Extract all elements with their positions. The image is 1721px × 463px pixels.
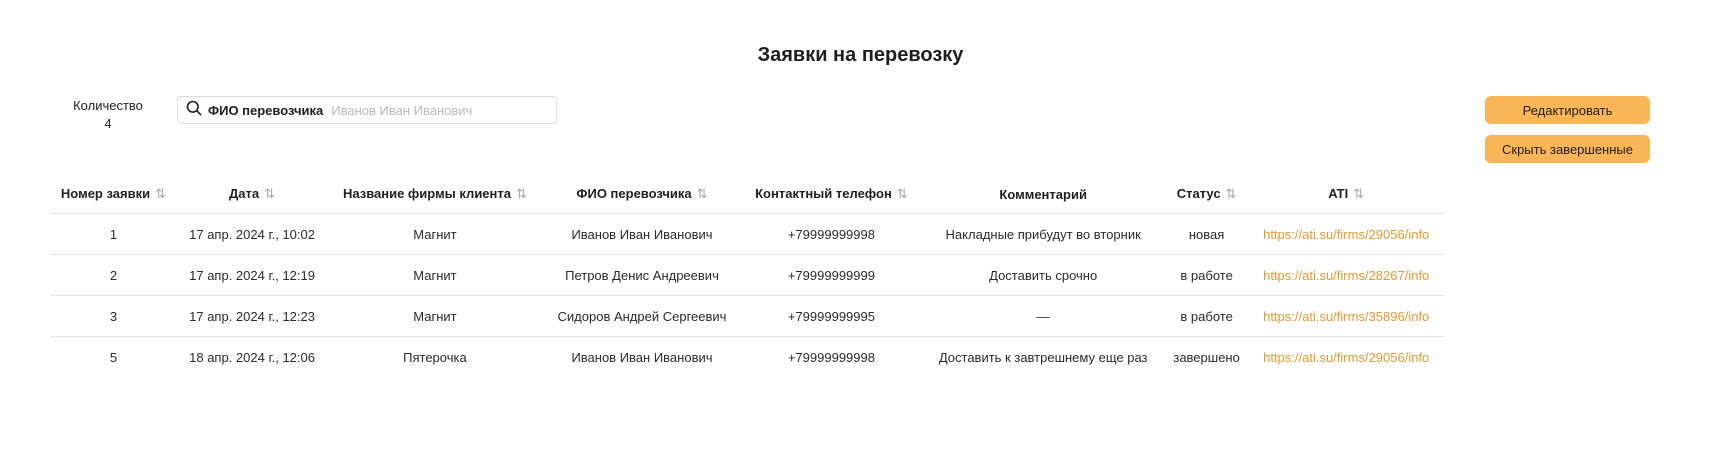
cell-ati: https://ati.su/firms/29056/info [1248, 337, 1444, 378]
sort-arrows-icon[interactable]: ⇅ [897, 186, 908, 202]
hide-completed-button[interactable]: Скрыть завершенные [1485, 135, 1650, 163]
column-header-status[interactable]: Статус ⇅ [1164, 175, 1249, 214]
cell-comment: Доставить срочно [921, 254, 1165, 296]
table-row: 3 17 апр. 2024 г., 12:23 Магнит Сидоров Анд… [50, 295, 1444, 337]
cell-ati: https://ati.su/firms/35896/info [1248, 295, 1444, 337]
sort-arrows-icon[interactable]: ⇅ [516, 186, 527, 202]
cell-phone: +79999999995 [741, 295, 922, 337]
cell-status: новая [1164, 213, 1249, 255]
ati-link[interactable]: https://ati.su/firms/35896/info [1263, 309, 1429, 324]
cell-number: 2 [50, 254, 177, 296]
count-label: Количество [73, 98, 143, 113]
cell-status: в работе [1164, 295, 1249, 337]
sort-arrows-icon[interactable]: ⇅ [697, 186, 708, 202]
column-header-label: Дата [229, 185, 260, 201]
count-value: 4 [104, 116, 112, 131]
sort-arrows-icon[interactable]: ⇅ [1353, 186, 1364, 202]
cell-client: Магнит [327, 213, 543, 255]
table-body: 1 17 апр. 2024 г., 10:02 Магнит Иванов Иван… [50, 213, 1444, 378]
search-icon [186, 100, 202, 121]
ati-link[interactable]: https://ati.su/firms/29056/info [1263, 350, 1429, 365]
cell-date: 18 апр. 2024 г., 12:06 [189, 349, 315, 365]
edit-button[interactable]: Редактировать [1485, 96, 1650, 124]
ati-link[interactable]: https://ati.su/firms/28267/info [1263, 268, 1429, 283]
column-header-ati[interactable]: ATI ⇅ [1248, 175, 1444, 214]
cell-comment: Накладные прибудут во вторник [921, 213, 1165, 255]
cell-date: 17 апр. 2024 г., 12:23 [176, 295, 328, 337]
search-input[interactable] [329, 101, 556, 119]
cell-status: в работе [1164, 254, 1249, 296]
cell-phone: +79999999998 [787, 349, 875, 365]
column-header-number[interactable]: Номер заявки ⇅ [50, 175, 177, 214]
table-row: 2 17 апр. 2024 г., 12:19 Магнит Петров Дени… [50, 254, 1444, 296]
column-header-label: Статус [1176, 185, 1221, 201]
cell-ati: https://ati.su/firms/29056/info [1248, 213, 1444, 255]
ati-link[interactable]: https://ati.su/firms/29056/info [1263, 227, 1429, 242]
table-header-row: Номер заявки ⇅ Дата ⇅ Название фирмы клиента… [50, 175, 1444, 214]
column-header-label: Контактный телефон [755, 185, 892, 201]
count-summary: Количество 4 [60, 97, 156, 133]
cell-carrier: Петров Денис Андреевич [542, 254, 742, 296]
table-row: 1 17 апр. 2024 г., 10:02 Магнит Иванов Иван… [50, 213, 1444, 255]
cell-client: Пятерочка [403, 349, 467, 365]
sort-arrows-icon[interactable]: ⇅ [155, 186, 166, 202]
cell-client: Магнит [327, 295, 543, 337]
cell-phone: +79999999998 [741, 213, 922, 255]
table-row: 5 18 апр. 2024 г., 12:06 Пятерочка Иванов И… [50, 337, 1444, 378]
cell-status: завершено [1173, 349, 1240, 365]
sort-arrows-icon[interactable]: ⇅ [1226, 186, 1237, 202]
cell-date: 17 апр. 2024 г., 12:19 [176, 254, 328, 296]
cell-comment: — [921, 295, 1165, 337]
carrier-search[interactable]: ФИО перевозчика [177, 96, 557, 124]
sort-arrows-icon[interactable]: ⇅ [264, 186, 275, 202]
cell-carrier: Иванов Иван Иванович [571, 349, 713, 365]
cell-client: Магнит [327, 254, 543, 296]
requests-table: Номер заявки ⇅ Дата ⇅ Название фирмы клиента… [50, 175, 1444, 377]
cell-number: 3 [50, 295, 177, 337]
cell-comment: Доставить к завтрешнему еще раз [938, 349, 1148, 365]
cell-ati: https://ati.su/firms/28267/info [1248, 254, 1444, 296]
cell-number: 5 [109, 349, 118, 365]
column-header-phone[interactable]: Контактный телефон ⇅ [741, 175, 922, 214]
cell-phone: +79999999999 [741, 254, 922, 296]
column-header-label: Комментарий [999, 186, 1087, 202]
cell-carrier: Иванов Иван Иванович [542, 213, 742, 255]
cell-number: 1 [50, 213, 177, 255]
column-header-client[interactable]: Название фирмы клиента ⇅ [327, 175, 543, 214]
column-header-comment: Комментарий [921, 175, 1165, 214]
column-header-label: ФИО перевозчика [576, 185, 692, 201]
search-field-label: ФИО перевозчика [208, 102, 324, 118]
cell-date: 17 апр. 2024 г., 10:02 [176, 213, 328, 255]
column-header-date[interactable]: Дата ⇅ [176, 175, 328, 214]
column-header-label: Название фирмы клиента [342, 185, 511, 201]
page-title: Заявки на перевозку [757, 44, 964, 66]
cell-carrier: Сидоров Андрей Сергеевич [542, 295, 742, 337]
column-header-carrier[interactable]: ФИО перевозчика ⇅ [542, 175, 742, 214]
column-header-label: ATI [1328, 185, 1349, 201]
column-header-label: Номер заявки [60, 185, 151, 201]
